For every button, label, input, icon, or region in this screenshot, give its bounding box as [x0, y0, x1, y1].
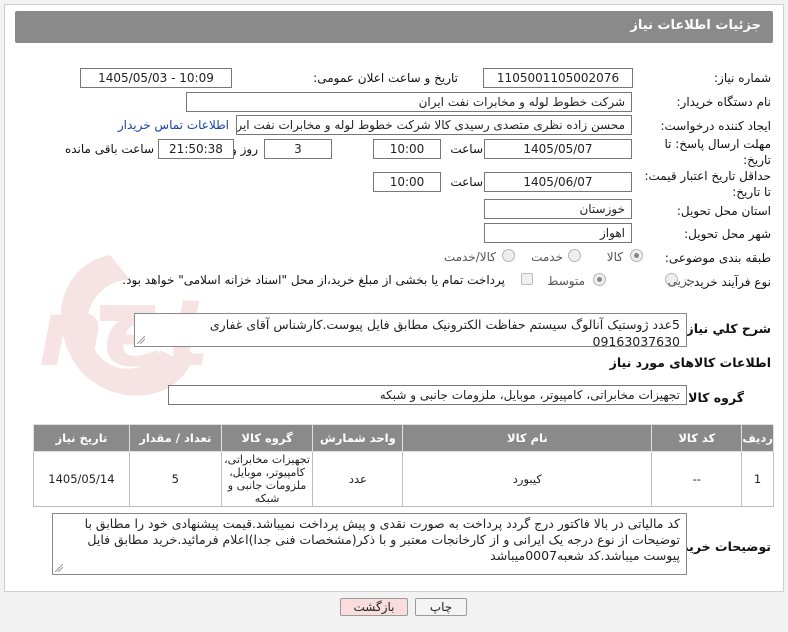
deadline-time-label: ساعت [450, 142, 483, 156]
buyer-notes-text: کد مالیاتی در بالا فاکتور درج گردد پرداخ… [84, 516, 680, 563]
validity-date-field: 1405/06/07 [484, 172, 632, 192]
days-label: روز و [231, 142, 258, 156]
creator-label: ایجاد کننده درخواست: [660, 119, 771, 133]
cell-group: تجهیزات مخابراتی، کامپیوتر، موبایل، ملزو… [220, 451, 314, 507]
category-service-radio[interactable] [568, 249, 581, 262]
goods-table: ردیف کد کالا نام کالا واحد شمارش گروه کا… [33, 424, 774, 507]
goods-group-label: گروه کالا: [683, 390, 744, 405]
page-title: جزئیات اطلاعات نیاز [630, 18, 761, 33]
days-field: 3 [264, 139, 332, 159]
process-label: نوع فرآیند خرید : [686, 275, 771, 289]
process-medium-label: متوسط [547, 274, 585, 288]
col-unit: واحد شمارش [312, 424, 404, 452]
city-field: اهواز [484, 223, 632, 243]
validity-label: حداقل تاریخ اعتبار قیمت: تا تاریخ: [644, 169, 771, 199]
cell-date: 1405/05/14 [33, 451, 130, 507]
goods-table-header: ردیف کد کالا نام کالا واحد شمارش گروه کا… [33, 424, 774, 452]
remaining-label: ساعت باقی مانده [64, 142, 154, 156]
cell-row: 1 [741, 451, 774, 507]
page-header: جزئیات اطلاعات نیاز [15, 11, 773, 43]
goods-section-title: اطلاعات کالاهای مورد نیاز [609, 355, 771, 370]
col-date: تاریخ نیاز [33, 424, 130, 452]
resize-handle-icon[interactable] [55, 564, 63, 572]
announce-label: تاریخ و ساعت اعلان عمومی: [313, 71, 458, 85]
category-both-label: کالا/خدمت [443, 250, 496, 264]
cell-name: کیبورد [402, 451, 653, 507]
back-button[interactable]: بازگشت [340, 598, 408, 616]
resize-handle-icon[interactable] [137, 336, 145, 344]
treasury-payment-checkbox[interactable] [521, 273, 533, 285]
category-service-label: خدمت [531, 250, 563, 264]
col-group: گروه کالا [220, 424, 314, 452]
province-field: خوزستان [484, 199, 632, 219]
buyer-label: نام دستگاه خریدار: [676, 95, 772, 109]
province-label: استان محل تحویل: [676, 204, 771, 218]
deadline-time-field: 10:00 [373, 139, 441, 159]
buyer-field: شرکت خطوط لوله و مخابرات نفت ایران [186, 92, 632, 112]
col-qty: تعداد / مقدار [128, 424, 222, 452]
need-number-field: 1105001105002076 [483, 68, 633, 88]
col-row: ردیف [741, 424, 774, 452]
contact-info-link[interactable]: اطلاعات تماس خریدار [118, 118, 229, 132]
col-code: کد کالا [651, 424, 743, 452]
category-both-radio[interactable] [502, 249, 515, 262]
category-label: طبقه بندی موضوعی: [664, 251, 771, 265]
buyer-notes-field: کد مالیاتی در بالا فاکتور درج گردد پرداخ… [52, 513, 687, 575]
process-medium-radio[interactable] [593, 273, 606, 286]
city-label: شهر محل تحویل: [684, 227, 771, 241]
print-button[interactable]: چاپ [415, 598, 467, 616]
goods-group-field: تجهیزات مخابراتی، کامپیوتر، موبایل، ملزو… [168, 385, 687, 405]
category-goods-label: کالا [606, 250, 623, 264]
need-number-label: شماره نیاز: [714, 71, 771, 85]
announce-field: 1405/05/03 - 10:09 [80, 68, 232, 88]
summary-field: 5عدد ژوستیک آنالوگ سیستم حفاظت الکترونیک… [134, 313, 687, 349]
goods-table-wrap: ردیف کد کالا نام کالا واحد شمارش گروه کا… [33, 424, 774, 507]
cell-unit: عدد [312, 451, 404, 507]
creator-field: محسن زاده نظری متصدی رسیدی کالا شرکت خطو… [236, 115, 632, 135]
table-row: 1 -- کیبورد عدد تجهیزات مخابراتی، کامپیو… [33, 451, 774, 507]
validity-time-label: ساعت [450, 175, 483, 189]
category-goods-radio[interactable] [630, 249, 643, 262]
summary-text: 5عدد ژوستیک آنالوگ سیستم حفاظت الکترونیک… [209, 317, 680, 349]
summary-label: شرح کلي نياز: [681, 321, 771, 336]
treasury-payment-text: پرداخت تمام یا بخشی از مبلغ خرید،از محل … [122, 273, 505, 287]
deadline-label: مهلت ارسال پاسخ: تا تاریخ: [664, 137, 771, 167]
cell-code: -- [651, 451, 743, 507]
remaining-time-field: 21:50:38 [158, 139, 234, 159]
col-name: نام کالا [402, 424, 653, 452]
deadline-date-field: 1405/05/07 [484, 139, 632, 159]
process-minor-label: جزیی [667, 274, 695, 288]
validity-time-field: 10:00 [373, 172, 441, 192]
cell-qty: 5 [128, 451, 222, 507]
